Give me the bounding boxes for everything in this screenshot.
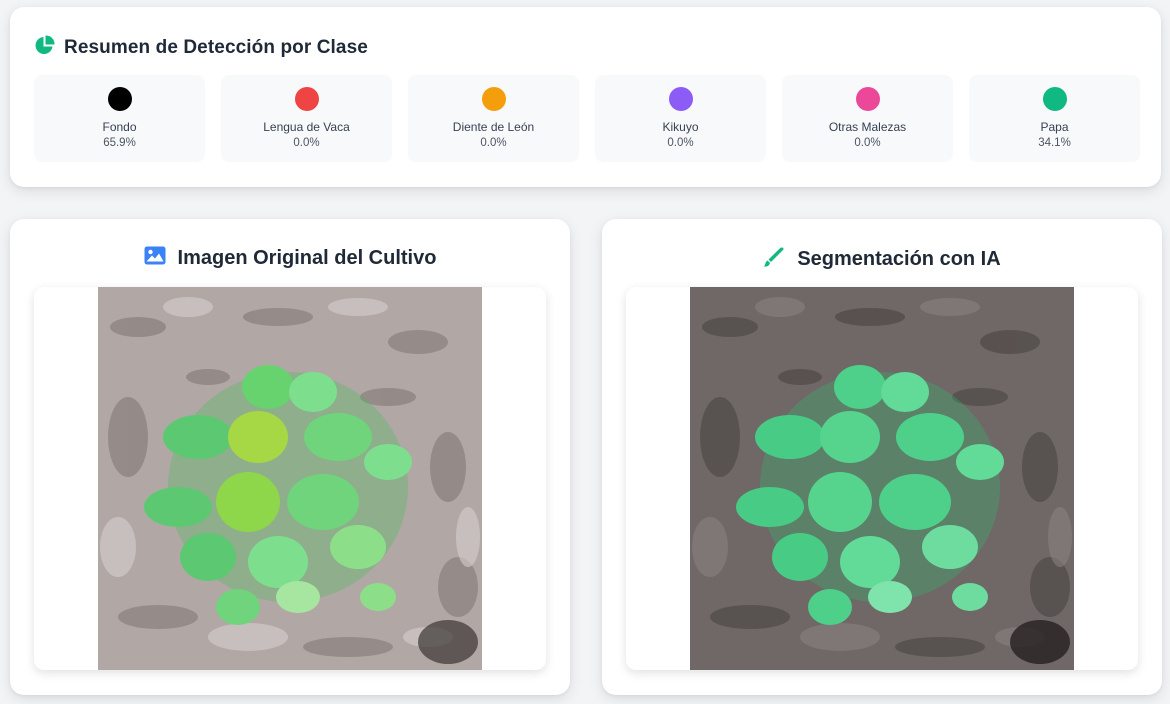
class-card-diente-de-leon: Diente de León 0.0%	[408, 75, 579, 162]
class-percent: 0.0%	[667, 137, 694, 149]
class-name: Papa	[1040, 120, 1069, 134]
segmentation-panel-header: Segmentación con IA	[602, 246, 1162, 273]
color-dot-fondo	[107, 87, 132, 111]
class-card-papa: Papa 34.1%	[969, 75, 1140, 162]
class-percent: 0.0%	[293, 137, 320, 149]
class-name: Fondo	[102, 120, 137, 134]
class-name: Kikuyo	[662, 120, 699, 134]
class-name: Otras Malezas	[828, 120, 907, 134]
class-card-lengua-de-vaca: Lengua de Vaca 0.0%	[221, 75, 392, 162]
original-panel-title: Imagen Original del Cultivo	[177, 246, 437, 269]
summary-header: Resumen de Detección por Clase	[34, 35, 368, 61]
color-dot-otras-malezas	[855, 87, 880, 111]
detection-summary-card: Resumen de Detección por Clase Fondo 65.…	[10, 7, 1161, 187]
class-grid: Fondo 65.9% Lengua de Vaca 0.0% Diente d…	[34, 75, 1140, 162]
color-dot-kikuyo	[668, 87, 693, 111]
color-dot-lengua-de-vaca	[294, 87, 319, 111]
original-image-frame	[34, 287, 546, 670]
class-card-fondo: Fondo 65.9%	[34, 75, 205, 162]
segmentation-panel-title: Segmentación con IA	[797, 248, 1001, 270]
chart-pie-icon	[34, 35, 55, 61]
image-icon	[144, 246, 166, 270]
original-crop-photo	[98, 287, 482, 670]
class-percent: 0.0%	[480, 137, 507, 149]
class-name: Diente de León	[452, 120, 535, 134]
original-image-panel: Imagen Original del Cultivo	[10, 219, 570, 695]
class-percent: 34.1%	[1038, 137, 1071, 149]
summary-title: Resumen de Detección por Clase	[64, 37, 368, 58]
segmented-crop-photo	[690, 287, 1074, 670]
class-name: Lengua de Vaca	[263, 120, 350, 134]
segmentation-image-frame	[626, 287, 1138, 670]
paint-brush-icon	[763, 246, 785, 273]
class-percent: 65.9%	[103, 137, 136, 149]
original-panel-header: Imagen Original del Cultivo	[10, 246, 570, 270]
class-card-kikuyo: Kikuyo 0.0%	[595, 75, 766, 162]
segmentation-panel: Segmentación con IA	[602, 219, 1162, 695]
color-dot-papa	[1042, 87, 1067, 111]
class-card-otras-malezas: Otras Malezas 0.0%	[782, 75, 953, 162]
color-dot-diente-de-leon	[481, 87, 506, 111]
class-percent: 0.0%	[854, 137, 881, 149]
